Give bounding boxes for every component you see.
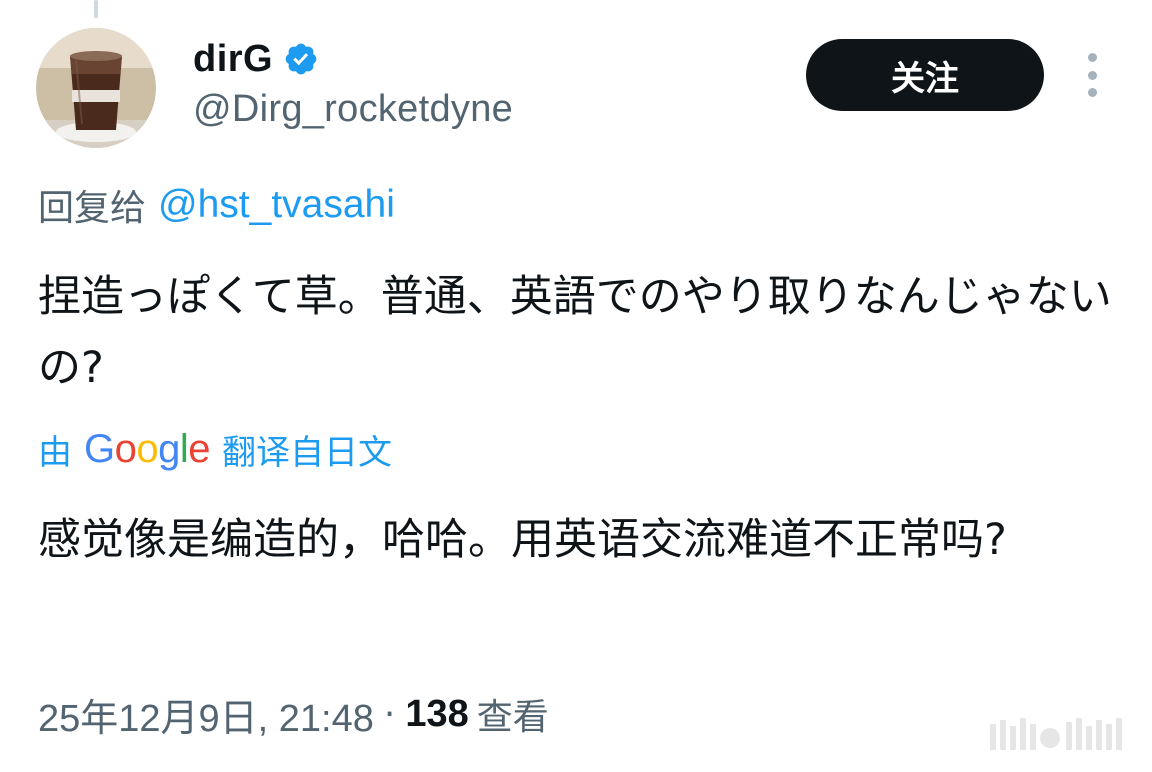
tweet-detail: dirG @Dirg_rocketdyne 关注 回复给 @hst_tvasah…: [0, 0, 1152, 772]
reply-to-line: 回复给 @hst_tvasahi: [38, 180, 395, 230]
more-dot: [1087, 53, 1097, 62]
thread-connector-line: [94, 0, 98, 18]
tweet-text: 捏造っぽくて草。普通、英語でのやり取りなんじゃないの?: [38, 272, 1112, 393]
views-count: 138: [405, 692, 469, 735]
tweet-meta: 25年12月9日, 21:48 · 138 查看: [38, 688, 549, 740]
avatar[interactable]: [36, 28, 156, 148]
avatar-image: [36, 28, 156, 148]
meta-separator: ·: [383, 693, 396, 735]
author-handle[interactable]: @Dirg_rocketdyne: [193, 88, 513, 131]
reply-to-handle-link[interactable]: @hst_tvasahi: [158, 183, 395, 227]
more-dot: [1087, 70, 1097, 80]
author-name-row: dirG: [193, 34, 319, 84]
more-dot: [1087, 88, 1097, 97]
more-vertical-icon[interactable]: [1078, 53, 1106, 97]
views-label: 查看: [476, 697, 549, 738]
watermark-logo: [990, 718, 1122, 750]
follow-button[interactable]: 关注: [806, 39, 1044, 111]
verified-badge-icon: [285, 43, 317, 75]
author-display-name[interactable]: dirG: [193, 38, 273, 81]
translated-text: 感觉像是编造的，哈哈。用英语交流难道不正常吗?: [38, 515, 1007, 565]
translation-attribution[interactable]: 由 Google 翻译自日文: [38, 424, 392, 474]
reply-to-prefix: 回复给: [38, 188, 147, 229]
translation-prefix: 由: [38, 432, 72, 473]
google-logo: Google: [84, 426, 211, 471]
timestamp-link[interactable]: 25年12月9日, 21:48: [38, 687, 374, 742]
translation-suffix: 翻译自日文: [222, 432, 393, 473]
